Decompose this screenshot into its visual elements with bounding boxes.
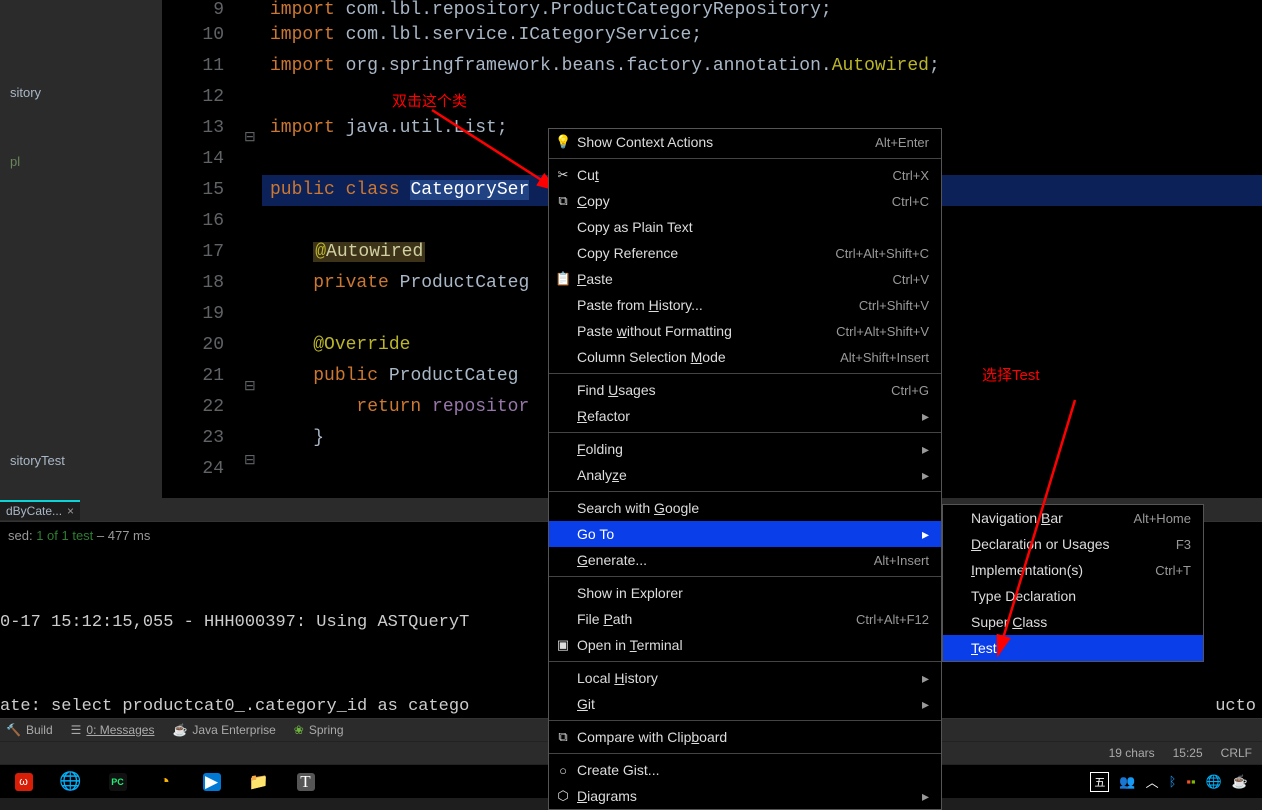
system-tray[interactable]: 五 👥 ︿ ᛒ ▪▪ 🌐 ☕: [1090, 772, 1262, 792]
taskbar-text-icon[interactable]: T: [282, 765, 329, 799]
taskbar-pycharm-icon[interactable]: PC: [94, 765, 141, 799]
menu-item[interactable]: ○Create Gist...: [549, 757, 941, 783]
tool-tab-spring[interactable]: ❀Spring: [294, 723, 344, 737]
menu-item[interactable]: ⬡Diagrams▸: [549, 783, 941, 809]
menu-item[interactable]: Type Declaration: [943, 583, 1203, 609]
sidebar-item[interactable]: pl: [0, 151, 162, 172]
taskbar-chrome-icon[interactable]: 🌐: [47, 765, 94, 799]
coffee-icon[interactable]: ☕: [1232, 774, 1248, 790]
tool-tab-messages[interactable]: ☰0: Messages: [71, 723, 155, 737]
ms-icon[interactable]: ▪▪: [1186, 774, 1195, 789]
menu-item[interactable]: ▣Open in Terminal: [549, 632, 941, 658]
list-icon: ☰: [71, 723, 82, 737]
status-chars: 19 chars: [1109, 746, 1155, 760]
tray-expand-icon[interactable]: ︿: [1146, 772, 1159, 791]
menu-item[interactable]: Paste without FormattingCtrl+Alt+Shift+V: [549, 318, 941, 344]
menu-item[interactable]: 📋PasteCtrl+V: [549, 266, 941, 292]
taskbar-media-icon[interactable]: ▶: [188, 765, 235, 799]
fold-icon[interactable]: ⊟: [244, 377, 256, 394]
menu-item[interactable]: ⧉Compare with Clipboard: [549, 724, 941, 750]
close-icon[interactable]: ×: [67, 504, 74, 518]
goto-submenu[interactable]: Navigation BarAlt+HomeDeclaration or Usa…: [942, 504, 1204, 662]
menu-icon: ⬡: [555, 788, 571, 804]
menu-item[interactable]: Find UsagesCtrl+G: [549, 377, 941, 403]
menu-item[interactable]: Search with Google: [549, 495, 941, 521]
menu-icon: ○: [555, 763, 571, 778]
menu-icon: ▣: [555, 637, 571, 653]
menu-item[interactable]: Analyze▸: [549, 462, 941, 488]
menu-icon: 💡: [555, 134, 571, 150]
taskbar-explorer-icon[interactable]: 📁: [235, 765, 282, 799]
menu-item[interactable]: Show in Explorer: [549, 580, 941, 606]
gutter: 9 10 11 12 13 14 15 16 17 18 19 20 21 22…: [162, 0, 242, 498]
run-tab[interactable]: dByCate...×: [0, 500, 80, 520]
menu-item[interactable]: ✂CutCtrl+X: [549, 162, 941, 188]
context-menu[interactable]: 💡Show Context ActionsAlt+Enter ✂CutCtrl+X…: [548, 128, 942, 810]
status-time: 15:25: [1173, 746, 1203, 760]
bluetooth-icon[interactable]: ᛒ: [1169, 774, 1177, 789]
tool-tab-build[interactable]: 🔨Build: [6, 723, 53, 737]
menu-item[interactable]: Navigation BarAlt+Home: [943, 505, 1203, 531]
menu-item[interactable]: Column Selection ModeAlt+Shift+Insert: [549, 344, 941, 370]
taskbar-potplayer-icon[interactable]: ◔: [141, 765, 188, 799]
fold-icon[interactable]: ⊟: [244, 128, 256, 145]
ime-icon[interactable]: 五: [1090, 772, 1109, 792]
sidebar-item[interactable]: sitory: [0, 82, 162, 103]
fold-column[interactable]: ⊟ ⊟ ⊟: [242, 0, 262, 498]
menu-item[interactable]: Copy as Plain Text: [549, 214, 941, 240]
globe-icon[interactable]: 🌐: [1206, 774, 1222, 790]
menu-item[interactable]: Local History▸: [549, 665, 941, 691]
menu-item[interactable]: Folding▸: [549, 436, 941, 462]
spring-icon: ❀: [294, 723, 304, 737]
menu-item[interactable]: Paste from History...Ctrl+Shift+V: [549, 292, 941, 318]
tool-tab-java-ee[interactable]: ☕Java Enterprise: [172, 723, 275, 737]
menu-item[interactable]: Test: [943, 635, 1203, 661]
hammer-icon: 🔨: [6, 723, 21, 737]
menu-icon: ✂: [555, 167, 571, 183]
menu-item[interactable]: Git▸: [549, 691, 941, 717]
menu-item[interactable]: Super Class: [943, 609, 1203, 635]
selected-class-name[interactable]: CategorySer: [410, 180, 529, 200]
java-icon: ☕: [172, 723, 187, 737]
menu-icon: ⧉: [555, 729, 571, 745]
menu-item[interactable]: 💡Show Context ActionsAlt+Enter: [549, 129, 941, 155]
menu-icon: ⧉: [555, 193, 571, 209]
people-icon[interactable]: 👥: [1119, 774, 1135, 790]
menu-item[interactable]: ⧉CopyCtrl+C: [549, 188, 941, 214]
project-sidebar[interactable]: sitory pl sitoryTest: [0, 0, 162, 498]
menu-item[interactable]: Go To▸: [549, 521, 941, 547]
annotation-note: 双击这个类: [392, 86, 467, 117]
fold-icon[interactable]: ⊟: [244, 451, 256, 468]
menu-item[interactable]: Implementation(s)Ctrl+T: [943, 557, 1203, 583]
menu-item[interactable]: File PathCtrl+Alt+F12: [549, 606, 941, 632]
menu-icon: 📋: [555, 271, 571, 287]
menu-item[interactable]: Copy ReferenceCtrl+Alt+Shift+C: [549, 240, 941, 266]
annotation-note: 选择Test: [982, 360, 1040, 391]
menu-item[interactable]: Declaration or UsagesF3: [943, 531, 1203, 557]
menu-item[interactable]: Refactor▸: [549, 403, 941, 429]
taskbar-netease-icon[interactable]: ω: [0, 765, 47, 799]
menu-item[interactable]: Generate...Alt+Insert: [549, 547, 941, 573]
status-encoding: CRLF: [1221, 746, 1252, 760]
sidebar-item[interactable]: sitoryTest: [0, 450, 162, 471]
